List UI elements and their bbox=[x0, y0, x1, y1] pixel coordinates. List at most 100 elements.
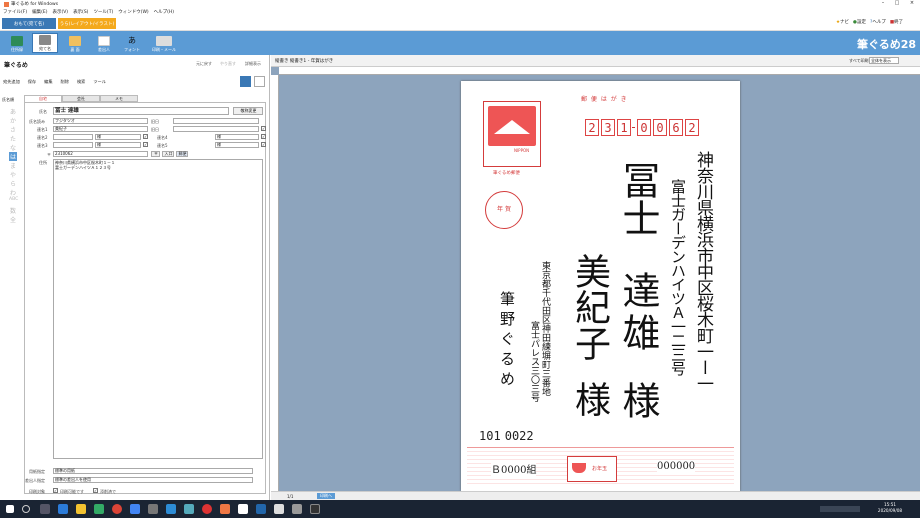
edit-button[interactable]: 編集 bbox=[44, 79, 52, 85]
settings-link[interactable]: ●設定 bbox=[853, 19, 866, 25]
tool-sender[interactable]: 差出人 bbox=[91, 33, 117, 53]
app-icon-j[interactable] bbox=[292, 504, 302, 514]
honorific-button[interactable]: 敬称変更 bbox=[233, 107, 263, 115]
app-icon-d[interactable] bbox=[184, 504, 194, 514]
edge-icon[interactable] bbox=[58, 504, 68, 514]
navi-link[interactable]: ★ナビ bbox=[836, 19, 849, 25]
help-link[interactable]: ?ヘルプ bbox=[870, 19, 886, 25]
app-icon-e[interactable] bbox=[202, 504, 212, 514]
postal-search-button[interactable]: 郵便 bbox=[176, 151, 188, 157]
joint5-honor[interactable]: 様 bbox=[215, 142, 259, 148]
zoom-select[interactable]: 全体を表示 bbox=[869, 57, 899, 64]
kana-a[interactable]: あ bbox=[9, 107, 17, 116]
app-icon-c[interactable] bbox=[166, 504, 176, 514]
kana-na[interactable]: な bbox=[9, 143, 17, 152]
tray-icons[interactable] bbox=[820, 506, 860, 512]
list-view-toggle[interactable] bbox=[254, 76, 265, 87]
tools-button[interactable]: ツール bbox=[93, 79, 106, 85]
kana-ha[interactable]: は bbox=[9, 152, 17, 161]
joint3-check[interactable]: ✓ bbox=[143, 142, 148, 147]
joint2-field[interactable] bbox=[53, 134, 93, 140]
sort-select[interactable]: 氏名順 bbox=[2, 97, 14, 103]
joint4-check[interactable]: ✓ bbox=[261, 134, 266, 139]
app-icon-a[interactable] bbox=[130, 504, 140, 514]
search-icon[interactable] bbox=[22, 505, 30, 513]
tab-memo[interactable]: メモ bbox=[100, 95, 138, 102]
menu-view[interactable]: 表示(V) bbox=[52, 9, 68, 15]
joint3-honor[interactable]: 様 bbox=[95, 142, 141, 148]
exit-link[interactable]: ■終了 bbox=[890, 19, 903, 25]
tool-address-book[interactable]: 住所録 bbox=[4, 33, 30, 53]
detail-view-button[interactable]: 詳細表示 bbox=[245, 61, 261, 67]
menu-window[interactable]: ウィンドウ(W) bbox=[118, 9, 148, 15]
delete-button[interactable]: 削除 bbox=[61, 79, 69, 85]
joint2-honor[interactable]: 様 bbox=[95, 134, 141, 140]
joint2-check[interactable]: ✓ bbox=[143, 134, 148, 139]
kana-ma[interactable]: ま bbox=[9, 161, 17, 170]
joint3-field[interactable] bbox=[53, 142, 93, 148]
kana-ya[interactable]: や bbox=[9, 170, 17, 179]
kana-ra[interactable]: ら bbox=[9, 179, 17, 188]
search-button[interactable]: 検索 bbox=[77, 79, 85, 85]
printable-check[interactable]: ✓ bbox=[53, 488, 58, 493]
app-icon-i[interactable] bbox=[274, 504, 284, 514]
menu-help[interactable]: ヘルプ(H) bbox=[154, 9, 174, 15]
close-button[interactable]: × bbox=[905, 0, 919, 8]
joint5-check[interactable]: ✓ bbox=[261, 142, 266, 147]
kana-ka[interactable]: か bbox=[9, 116, 17, 125]
kana-wa[interactable]: わ bbox=[9, 188, 17, 197]
app-icon-f[interactable] bbox=[220, 504, 230, 514]
mode-bar: おもて(宛て名) うら(レイアウト/イラスト) ★ナビ ●設定 ?ヘルプ ■終了 bbox=[0, 16, 920, 31]
save-button[interactable]: 保存 bbox=[28, 79, 36, 85]
page-indicator: 1/1 bbox=[287, 494, 294, 499]
card-view-toggle[interactable] bbox=[240, 76, 251, 87]
app-icon-h[interactable] bbox=[256, 504, 266, 514]
reviewed-check[interactable]: ✓ bbox=[93, 488, 98, 493]
date1-field[interactable] bbox=[173, 118, 259, 124]
tab-company[interactable]: 会社 bbox=[62, 95, 100, 102]
maximize-button[interactable]: □ bbox=[890, 0, 904, 8]
kana-num[interactable]: 数 bbox=[9, 206, 17, 215]
joint1-field[interactable]: 美紀子 bbox=[53, 126, 148, 132]
furigana-field[interactable]: フジタツオ bbox=[53, 118, 148, 124]
menu-display[interactable]: 表示(S) bbox=[73, 9, 88, 15]
add-entry-button[interactable]: 宛先追加 bbox=[3, 79, 20, 85]
date2-check[interactable]: ✓ bbox=[261, 126, 266, 131]
clock[interactable]: 15:51 2020/09/08 bbox=[870, 502, 910, 514]
postal-entry-button[interactable]: 入口 bbox=[162, 151, 174, 157]
menu-edit[interactable]: 編集(E) bbox=[32, 9, 47, 15]
sender-spec-select[interactable]: 標準の差出人を使用 bbox=[53, 477, 253, 483]
paper-spec-select[interactable]: 標準の用紙 bbox=[53, 468, 253, 474]
kana-all[interactable]: 全 bbox=[9, 215, 17, 224]
name-field[interactable]: 冨士 達雄 bbox=[53, 107, 229, 115]
mode-back-button[interactable]: うら(レイアウト/イラスト) bbox=[58, 18, 116, 29]
tool-font[interactable]: あフォント bbox=[119, 33, 145, 53]
app-icon-k[interactable] bbox=[310, 504, 320, 514]
store-icon[interactable] bbox=[94, 504, 104, 514]
date2-field[interactable] bbox=[173, 126, 259, 132]
kana-abc[interactable]: ABC bbox=[9, 197, 18, 202]
tool-addressee[interactable]: 宛て名 bbox=[32, 33, 58, 53]
start-icon[interactable] bbox=[6, 505, 14, 513]
app-icon-g[interactable] bbox=[238, 504, 248, 514]
mode-front-button[interactable]: おもて(宛て名) bbox=[2, 18, 56, 29]
go-print-button[interactable]: 印刷へ bbox=[317, 493, 335, 499]
joint4-honor[interactable]: 様 bbox=[215, 134, 259, 140]
taskview-icon[interactable] bbox=[40, 504, 50, 514]
undo-button[interactable]: 元に戻す bbox=[196, 61, 212, 67]
tab-home[interactable]: 自宅 bbox=[24, 95, 62, 102]
chrome-icon[interactable] bbox=[112, 504, 122, 514]
postal-lookup-button[interactable]: 〒 bbox=[151, 151, 160, 157]
address-field[interactable]: 神奈川県横浜市中区桜木町１－１ 富士ガーデンハイツＡ１２３号 bbox=[53, 159, 263, 459]
app-icon-b[interactable] bbox=[148, 504, 158, 514]
kana-sa[interactable]: さ bbox=[9, 125, 17, 134]
explorer-icon[interactable] bbox=[76, 504, 86, 514]
menu-tools[interactable]: ツール(T) bbox=[93, 9, 113, 15]
kana-ta[interactable]: た bbox=[9, 134, 17, 143]
postal-field[interactable]: 2310062 bbox=[53, 151, 148, 157]
tool-print-mail[interactable]: 印刷・メール bbox=[149, 33, 179, 53]
menu-file[interactable]: ファイル(F) bbox=[3, 9, 27, 15]
tool-back-side[interactable]: 裏 面 bbox=[62, 33, 88, 53]
minimize-button[interactable]: – bbox=[876, 0, 890, 8]
redo-button[interactable]: やり直す bbox=[220, 61, 236, 67]
